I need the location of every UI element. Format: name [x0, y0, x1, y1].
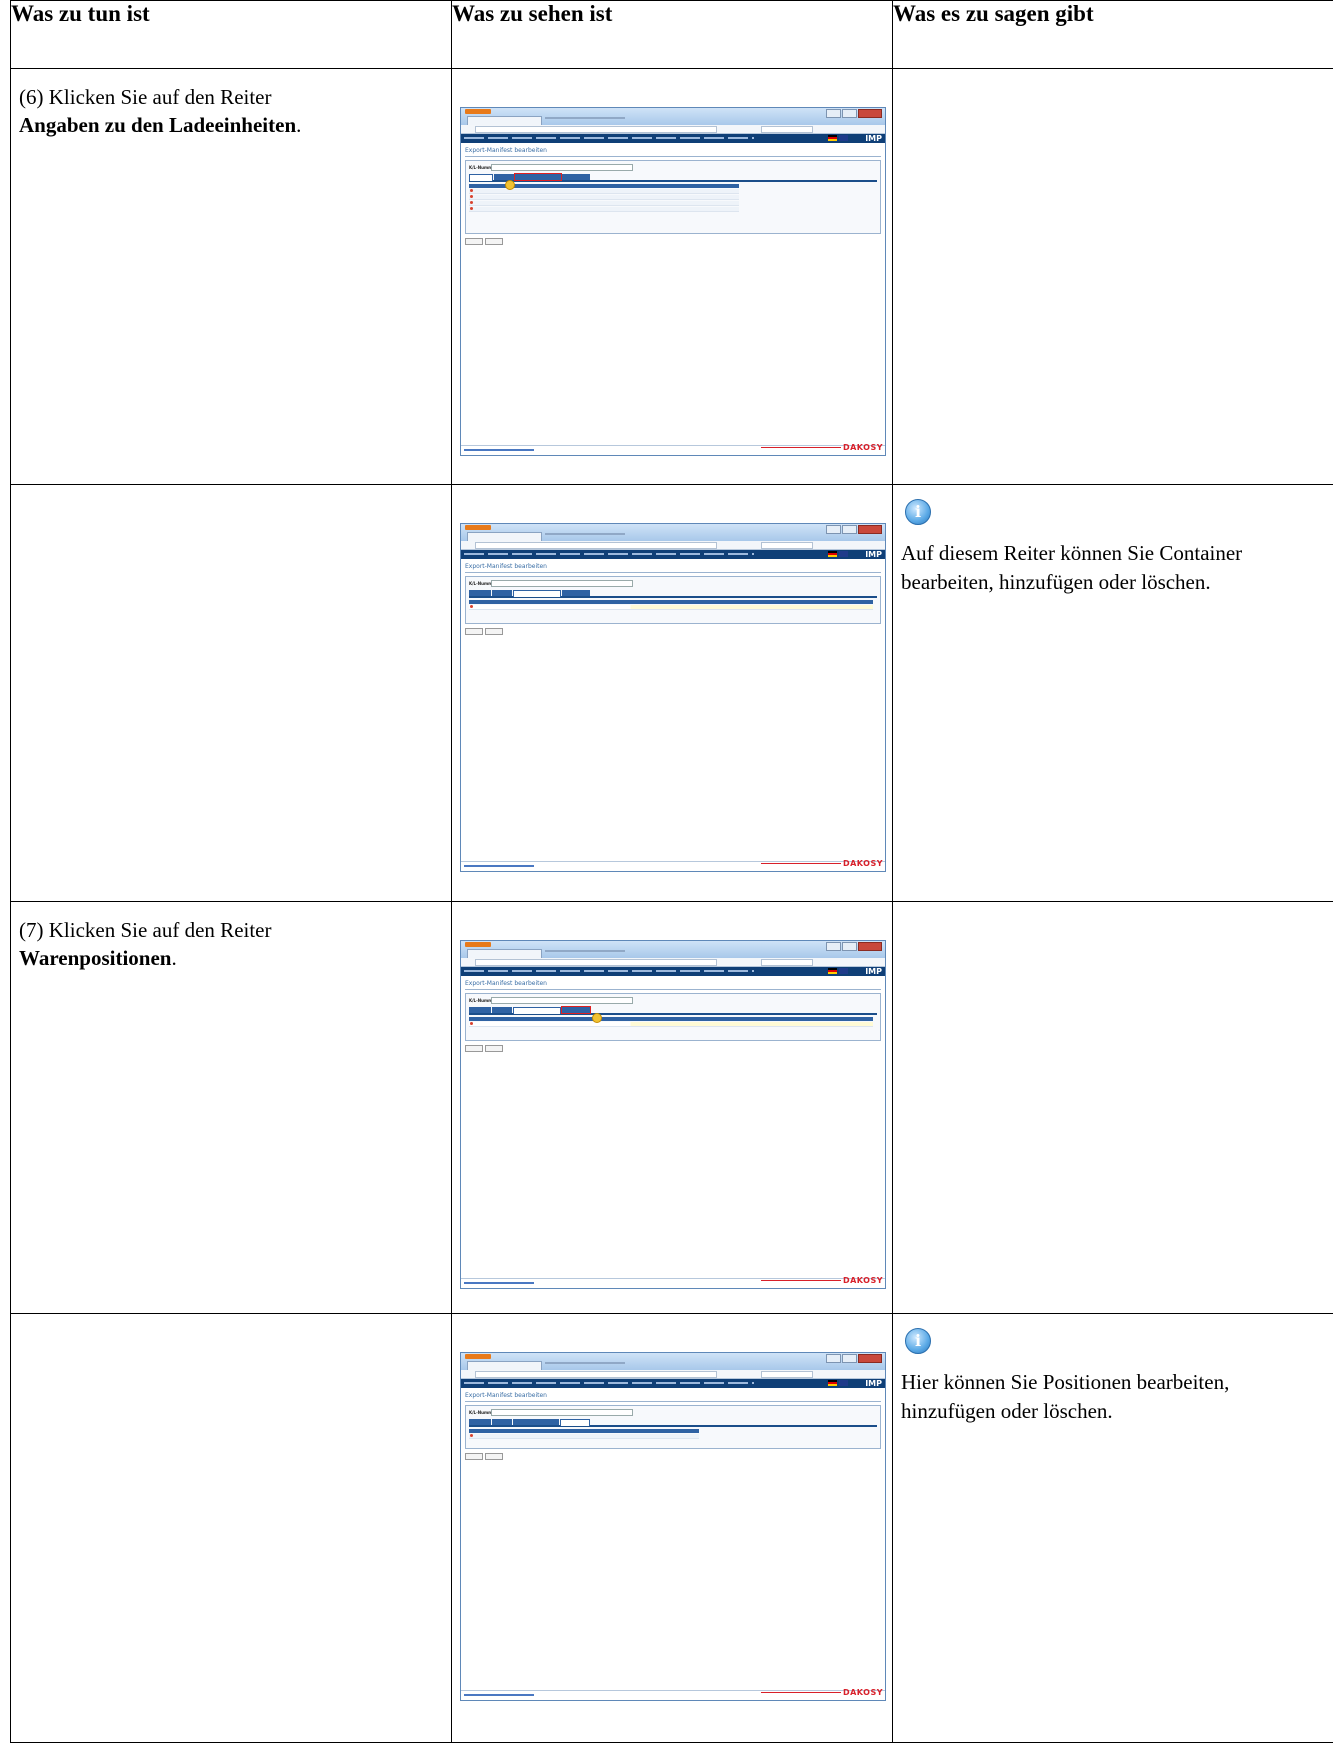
note-cell [893, 902, 1333, 1314]
instruction-cell: (7) Klicken Sie auf den Reiter Warenposi… [11, 902, 452, 1314]
step-suffix: . [296, 113, 301, 137]
table-row: IMP Export-Manifest bearbeiten K/L-Numme… [11, 1314, 1333, 1743]
screenshot-cell: IMP Export-Manifest bearbeiten K/L-Numme… [452, 69, 893, 485]
table-row: IMP Export-Manifest bearbeiten K/L-Numme… [11, 485, 1333, 902]
screenshot-cell: IMP Export-Manifest bearbeiten K/L-Numme… [452, 902, 893, 1314]
info-icon: i [905, 499, 931, 525]
step-bold-term: Warenpositionen [19, 946, 171, 970]
screenshot-cell: IMP Export-Manifest bearbeiten K/L-Numme… [452, 1314, 893, 1743]
step-suffix: . [171, 946, 176, 970]
dakosy-logo: DAKOSY [843, 859, 883, 868]
page-title: Export-Manifest bearbeiten [465, 562, 881, 573]
page-title: Export-Manifest bearbeiten [465, 146, 881, 157]
note-cell [893, 69, 1333, 485]
instruction-text: (6) Klicken Sie auf den Reiter Angaben z… [11, 69, 451, 139]
screenshot-cell: IMP Export-Manifest bearbeiten K/L-Numme… [452, 485, 893, 902]
app-screenshot: IMP Export-Manifest bearbeiten K/L-Numme… [460, 523, 886, 872]
note-text: Hier können Sie Positionen bearbeiten, h… [901, 1368, 1325, 1426]
app-screenshot: IMP Export-Manifest bearbeiten K/L-Numme… [460, 940, 886, 1289]
header-was-zu-sehen-ist: Was zu sehen ist [452, 1, 893, 69]
app-screenshot: IMP Export-Manifest bearbeiten K/L-Numme… [460, 107, 886, 456]
dakosy-logo: DAKOSY [843, 1688, 883, 1697]
header-was-zu-tun-ist: Was zu tun ist [11, 1, 452, 69]
imp-logo: IMP [865, 134, 882, 143]
instruction-cell: (6) Klicken Sie auf den Reiter Angaben z… [11, 69, 452, 485]
instruction-text: (7) Klicken Sie auf den Reiter Warenposi… [11, 902, 451, 972]
instruction-cell [11, 1314, 452, 1743]
page-title: Export-Manifest bearbeiten [465, 979, 881, 990]
dakosy-logo: DAKOSY [843, 1276, 883, 1285]
header-was-es-zu-sagen-gibt: Was es zu sagen gibt [893, 1, 1333, 69]
table-row: (7) Klicken Sie auf den Reiter Warenposi… [11, 902, 1333, 1314]
step-callout-marker [592, 1013, 602, 1023]
app-screenshot: IMP Export-Manifest bearbeiten K/L-Numme… [460, 1352, 886, 1701]
step-bold-term: Angaben zu den Ladeeinheiten [19, 113, 296, 137]
page-title: Export-Manifest bearbeiten [465, 1391, 881, 1402]
imp-logo: IMP [865, 550, 882, 559]
step-prefix: (7) Klicken Sie auf den Reiter [19, 918, 272, 942]
imp-logo: IMP [865, 967, 882, 976]
dakosy-logo: DAKOSY [843, 443, 883, 452]
note-text: Auf diesem Reiter können Sie Container b… [901, 539, 1325, 597]
instruction-table: Was zu tun ist Was zu sehen ist Was es z… [10, 0, 1333, 1743]
step-prefix: (6) Klicken Sie auf den Reiter [19, 85, 272, 109]
table-row: (6) Klicken Sie auf den Reiter Angaben z… [11, 69, 1333, 485]
note-cell: i Auf diesem Reiter können Sie Container… [893, 485, 1333, 902]
imp-logo: IMP [865, 1379, 882, 1388]
instruction-cell [11, 485, 452, 902]
step-callout-marker [505, 180, 515, 190]
info-icon: i [905, 1328, 931, 1354]
note-cell: i Hier können Sie Positionen bearbeiten,… [893, 1314, 1333, 1743]
